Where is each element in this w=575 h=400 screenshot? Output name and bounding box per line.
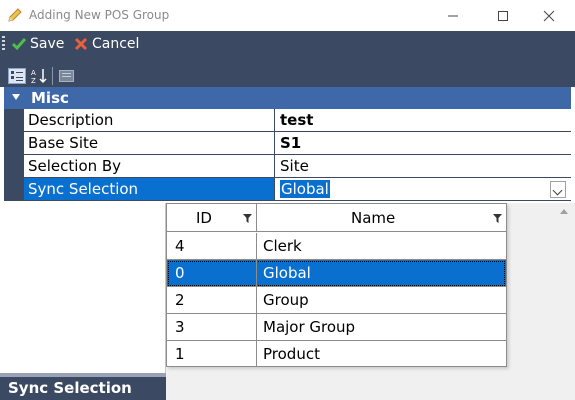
column-header-id[interactable]: ID [167,204,257,232]
svg-text:A: A [31,69,36,77]
window-title: Adding New POS Group [29,8,170,22]
maximize-icon [498,10,508,21]
check-icon [11,38,27,51]
save-button[interactable]: Save [11,34,64,54]
categorized-view-icon[interactable] [8,68,26,84]
property-grid-toolbar-inner: A Z [4,61,570,87]
filter-icon[interactable] [493,214,502,223]
cell-name: Global [263,264,311,282]
toolbar-grip[interactable] [2,36,5,52]
list-item[interactable]: 3 Major Group [167,314,506,341]
cell-id: 3 [167,314,257,340]
svg-text:Z: Z [31,77,36,84]
save-label: Save [30,36,65,52]
cell-id: 0 [167,260,257,286]
close-button[interactable] [527,0,571,31]
scroll-up-icon[interactable] [560,209,568,214]
alphabetical-sort-icon[interactable]: A Z [31,68,49,84]
property-row-base-site[interactable]: Base Site S1 [24,132,571,155]
dropdown-header: ID Name [167,204,506,232]
maximize-button[interactable] [481,0,525,31]
property-name: Sync Selection [24,178,275,200]
close-icon [543,10,555,21]
list-item[interactable]: 2 Group [167,287,506,314]
minimize-icon [448,15,458,16]
property-grid-toolbar: A Z [0,57,575,87]
column-label: Name [351,209,396,227]
property-name: Description [24,109,275,131]
pencil-icon [8,8,22,22]
column-header-name[interactable]: Name [257,204,506,232]
cell-name: Major Group [263,318,356,336]
property-value[interactable]: test [276,109,571,131]
cell-name: Product [263,345,320,363]
property-name: Selection By [24,155,275,177]
minimize-button[interactable] [431,0,475,31]
collapse-icon[interactable] [12,94,20,100]
sync-selection-dropdown[interactable]: ID Name 4 Clerk 0 Global 2 Group 3 Major… [166,203,507,367]
cell-name: Clerk [263,237,302,255]
property-row-sync-selection[interactable]: Sync Selection Global [24,178,571,201]
property-name: Base Site [24,132,275,154]
property-row-description[interactable]: Description test [24,109,571,132]
description-panel: Sync Selection [0,377,166,400]
category-row-misc[interactable]: Misc [4,87,571,109]
grid-gutter [4,109,24,201]
toolbar: Save Cancel [0,31,575,57]
selected-value-text: Global [280,180,330,198]
dropdown-button[interactable] [550,181,566,198]
grid-empty-area [0,203,166,400]
property-value[interactable]: Site [276,155,571,177]
property-row-selection-by[interactable]: Selection By Site [24,155,571,178]
property-value[interactable]: S1 [276,132,571,154]
filter-icon[interactable] [243,214,252,223]
cell-id: 4 [167,233,257,259]
vertical-scrollbar[interactable] [554,203,575,400]
list-item[interactable]: 4 Clerk [167,233,506,260]
x-icon [74,37,88,51]
cell-name: Group [263,291,309,309]
title-bar: Adding New POS Group [0,0,575,31]
cell-id: 1 [167,341,257,367]
category-label: Misc [31,89,69,107]
property-grid: Misc Description test Base Site S1 Selec… [0,87,571,203]
cell-id: 2 [167,287,257,313]
cancel-label: Cancel [92,36,140,52]
column-label: ID [196,209,212,227]
list-item-selected[interactable]: 0 Global [167,260,506,287]
property-pages-icon[interactable] [58,68,76,84]
cancel-button[interactable]: Cancel [73,34,139,54]
property-value-editor[interactable]: Global [276,178,571,200]
toolbar-separator [52,67,53,85]
list-item[interactable]: 1 Product [167,341,506,368]
description-title: Sync Selection [8,379,132,397]
